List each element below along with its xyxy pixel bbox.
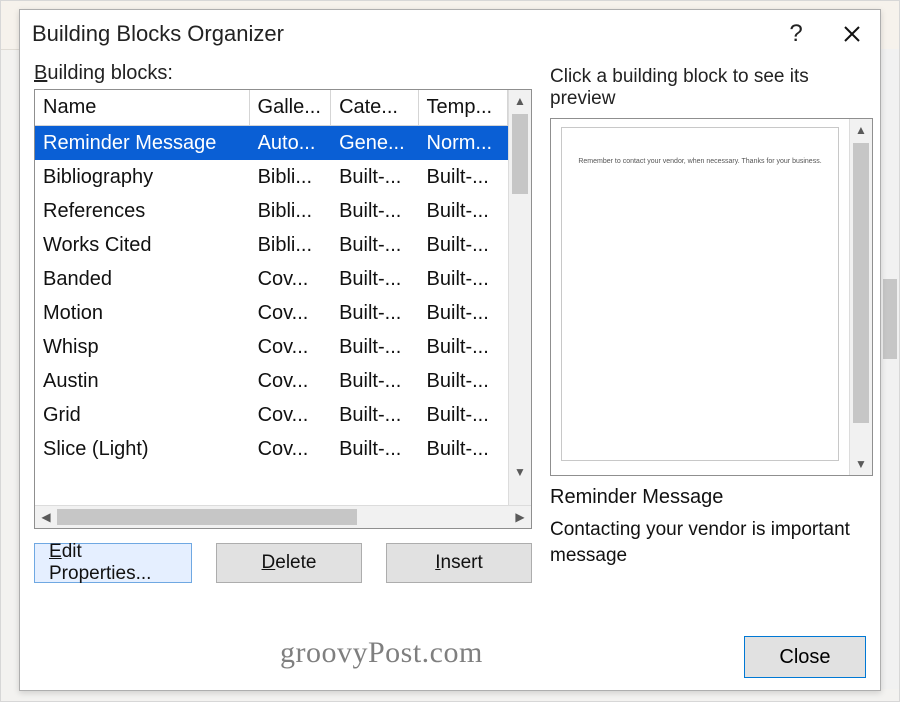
table-cell: Built-... [331, 364, 418, 398]
table-cell: Built-... [419, 228, 508, 262]
table-cell: Built-... [419, 262, 508, 296]
table-cell: Reminder Message [35, 126, 250, 160]
scroll-right-icon[interactable]: ▶ [509, 506, 531, 528]
preview-item-description: Contacting your vendor is important mess… [550, 517, 873, 568]
table-row[interactable]: Works CitedBibli...Built-...Built-... [35, 228, 508, 262]
table-row[interactable]: Reminder MessageAuto...Gene...Norm... [35, 126, 508, 160]
preview-panel: Remember to contact your vendor, when ne… [550, 118, 873, 476]
background-scrollbar [881, 49, 899, 689]
table-cell: Built-... [419, 330, 508, 364]
table-cell: Built-... [331, 262, 418, 296]
table-row[interactable]: GridCov...Built-...Built-... [35, 398, 508, 432]
table-cell: Banded [35, 262, 250, 296]
col-gallery[interactable]: Galle... [250, 90, 332, 126]
table-row[interactable]: ReferencesBibli...Built-...Built-... [35, 194, 508, 228]
table-cell: Built-... [331, 398, 418, 432]
building-blocks-organizer-dialog: Building Blocks Organizer ? Building blo… [19, 9, 881, 691]
table-cell: Built-... [331, 330, 418, 364]
table-cell: Bibli... [250, 228, 332, 262]
table-cell: Built-... [419, 364, 508, 398]
table-cell: Grid [35, 398, 250, 432]
edit-properties-button[interactable]: Edit Properties... [34, 543, 192, 583]
building-blocks-listbox[interactable]: Name Galle... Cate... Temp... Reminder M… [34, 89, 532, 529]
table-cell: Works Cited [35, 228, 250, 262]
preview-vertical-scrollbar[interactable]: ▲ ▼ [849, 119, 872, 475]
table-cell: Bibli... [250, 194, 332, 228]
table-row[interactable]: Slice (Light)Cov...Built-...Built-... [35, 432, 508, 466]
preview-scroll-down-icon[interactable]: ▼ [850, 453, 872, 475]
scroll-left-icon[interactable]: ◀ [35, 506, 57, 528]
scroll-up-icon[interactable]: ▲ [509, 90, 531, 112]
close-button[interactable]: Close [744, 636, 866, 678]
table-cell: Gene... [331, 126, 418, 160]
table-cell: Built-... [419, 296, 508, 330]
scroll-down-icon[interactable]: ▼ [509, 461, 531, 483]
h-scroll-thumb[interactable] [57, 509, 357, 525]
table-row[interactable]: AustinCov...Built-...Built-... [35, 364, 508, 398]
insert-button[interactable]: Insert [386, 543, 532, 583]
table-cell: Built-... [331, 228, 418, 262]
table-cell: Auto... [250, 126, 332, 160]
table-cell: Norm... [419, 126, 508, 160]
table-cell: Motion [35, 296, 250, 330]
preview-item-name: Reminder Message [550, 486, 873, 509]
preview-hint: Click a building block to see its previe… [550, 66, 873, 110]
preview-scroll-thumb[interactable] [853, 143, 869, 423]
col-name[interactable]: Name [35, 90, 250, 126]
delete-button[interactable]: Delete [216, 543, 362, 583]
table-row[interactable]: MotionCov...Built-...Built-... [35, 296, 508, 330]
list-horizontal-scrollbar[interactable]: ◀ ▶ [35, 505, 531, 528]
table-cell: Cov... [250, 398, 332, 432]
list-header[interactable]: Name Galle... Cate... Temp... [35, 90, 508, 126]
table-cell: Cov... [250, 262, 332, 296]
preview-page: Remember to contact your vendor, when ne… [561, 127, 839, 461]
table-row[interactable]: BibliographyBibli...Built-...Built-... [35, 160, 508, 194]
table-cell: Cov... [250, 296, 332, 330]
table-cell: Cov... [250, 432, 332, 466]
table-cell: Cov... [250, 364, 332, 398]
help-button[interactable]: ? [768, 10, 824, 58]
preview-page-area: Remember to contact your vendor, when ne… [551, 119, 849, 475]
table-cell: Bibli... [250, 160, 332, 194]
table-cell: Built-... [331, 160, 418, 194]
table-cell: Built-... [331, 432, 418, 466]
table-cell: Slice (Light) [35, 432, 250, 466]
table-cell: Built-... [331, 194, 418, 228]
table-cell: Cov... [250, 330, 332, 364]
scroll-thumb[interactable] [512, 114, 528, 194]
table-row[interactable]: WhispCov...Built-...Built-... [35, 330, 508, 364]
table-cell: Whisp [35, 330, 250, 364]
table-row[interactable]: BandedCov...Built-...Built-... [35, 262, 508, 296]
preview-scroll-up-icon[interactable]: ▲ [850, 119, 872, 141]
building-blocks-label: Building blocks: [34, 62, 532, 85]
preview-page-text: Remember to contact your vendor, when ne… [562, 158, 838, 165]
table-cell: Austin [35, 364, 250, 398]
table-cell: Built-... [331, 296, 418, 330]
close-icon[interactable] [824, 10, 880, 58]
table-cell: References [35, 194, 250, 228]
dialog-title: Building Blocks Organizer [32, 21, 768, 47]
list-vertical-scrollbar[interactable]: ▲ ▼ [508, 90, 531, 505]
table-cell: Built-... [419, 432, 508, 466]
table-cell: Bibliography [35, 160, 250, 194]
table-cell: Built-... [419, 160, 508, 194]
col-template[interactable]: Temp... [419, 90, 508, 126]
col-category[interactable]: Cate... [331, 90, 418, 126]
table-cell: Built-... [419, 194, 508, 228]
table-cell: Built-... [419, 398, 508, 432]
dialog-titlebar: Building Blocks Organizer ? [20, 10, 880, 58]
